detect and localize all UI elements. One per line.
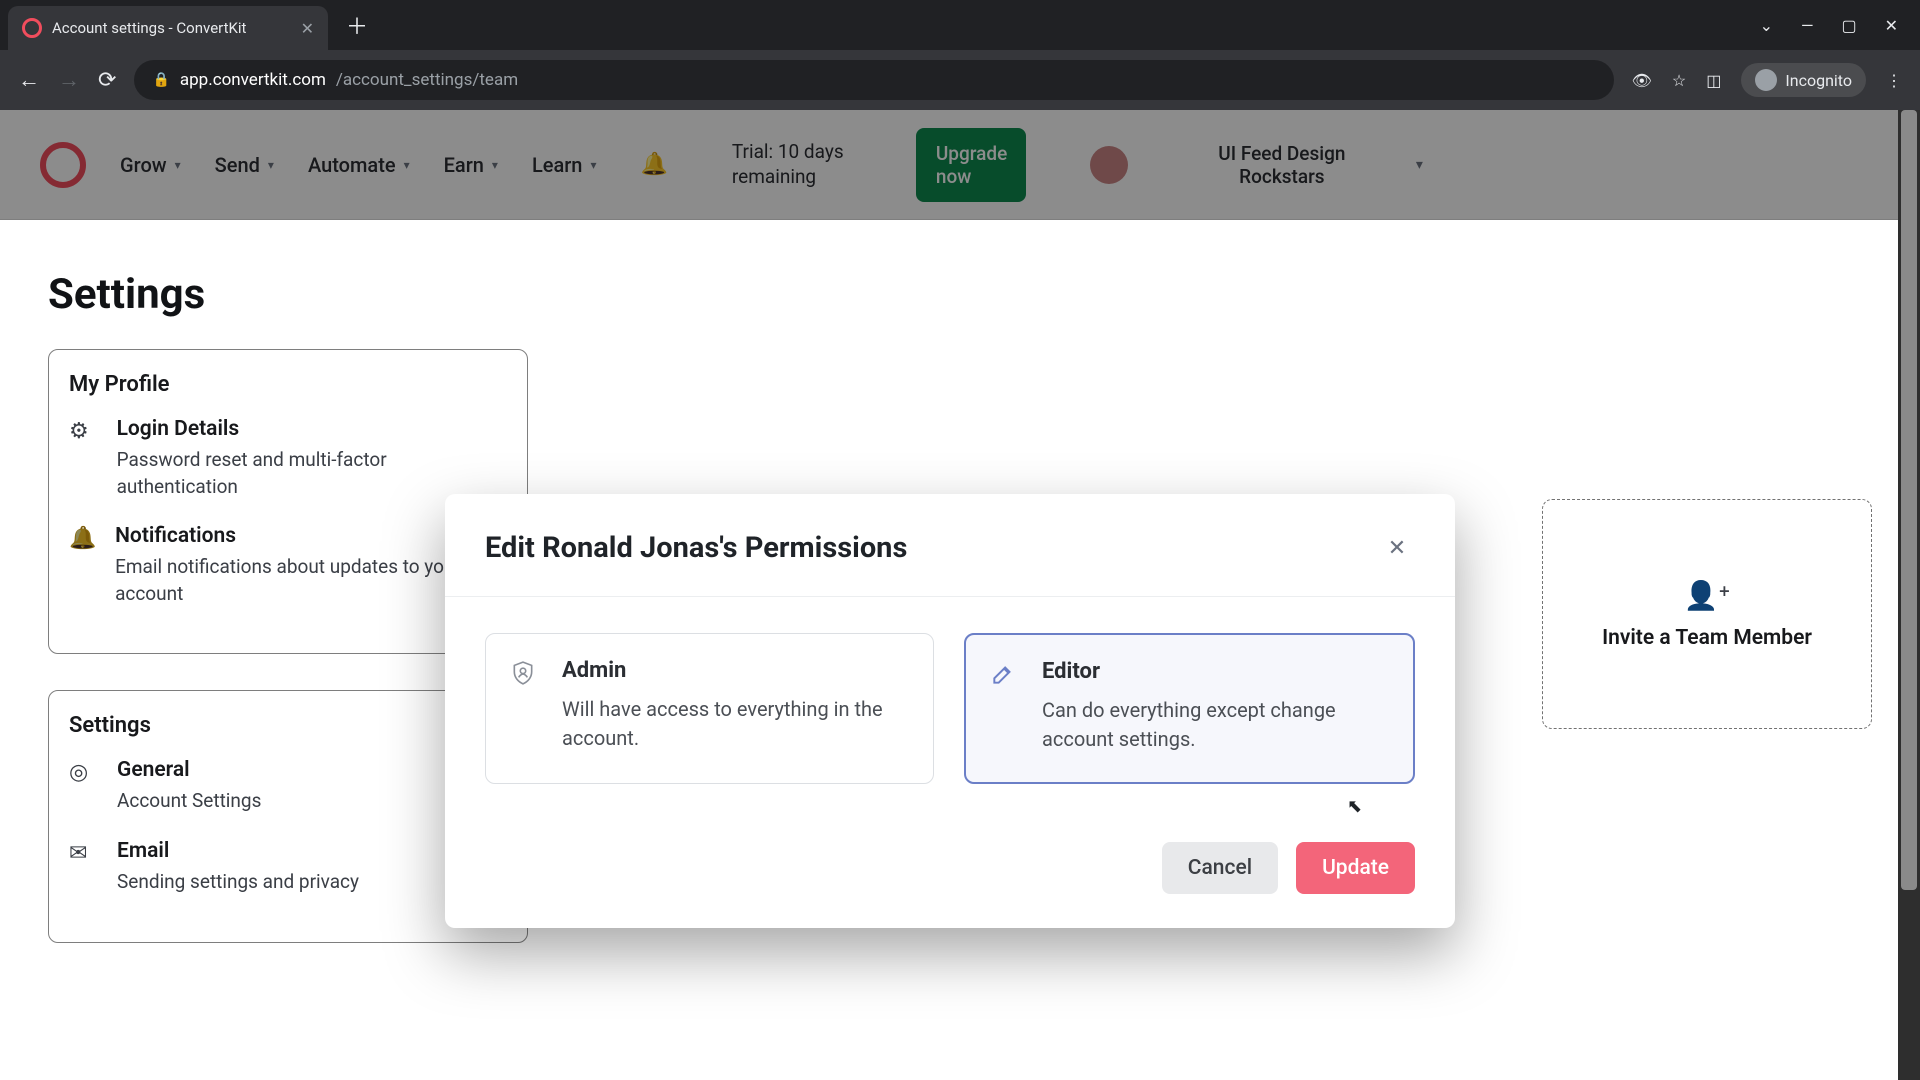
reload-button[interactable]: ⟳ — [98, 68, 116, 93]
edit-icon — [990, 659, 1024, 754]
browser-tab-strip: Account settings - ConvertKit ✕ ＋ ⌄ — ▢ … — [0, 0, 1920, 50]
chevron-down-icon[interactable]: ⌄ — [1760, 16, 1773, 35]
update-button[interactable]: Update — [1296, 842, 1415, 894]
avatar[interactable] — [1090, 146, 1128, 184]
nav-automate[interactable]: Automate▾ — [308, 153, 410, 177]
window-controls: ⌄ — ▢ ✕ — [1760, 16, 1920, 35]
bell-icon[interactable]: 🔔 — [640, 152, 667, 177]
invite-label: Invite a Team Member — [1602, 626, 1812, 650]
minimize-icon[interactable]: — — [1801, 16, 1814, 35]
new-tab-button[interactable]: ＋ — [346, 9, 368, 41]
tab-title: Account settings - ConvertKit — [52, 19, 246, 37]
sidebar-group-title: Settings — [69, 713, 507, 738]
close-window-icon[interactable]: ✕ — [1885, 16, 1898, 35]
incognito-badge[interactable]: Incognito — [1741, 63, 1866, 97]
page-title: Settings — [48, 270, 1872, 319]
cancel-button[interactable]: Cancel — [1162, 842, 1278, 894]
maximize-icon[interactable]: ▢ — [1841, 16, 1856, 35]
add-user-icon: 👤⁺ — [1684, 579, 1730, 612]
role-option-editor[interactable]: Editor Can do everything except change a… — [964, 633, 1415, 784]
star-icon[interactable]: ☆ — [1672, 71, 1686, 90]
role-desc: Will have access to everything in the ac… — [562, 695, 909, 753]
sidebar-item-login[interactable]: ⚙ Login DetailsPassword reset and multi-… — [69, 417, 507, 500]
trial-status: Trial: 10 days remaining — [732, 140, 882, 189]
logo-icon[interactable] — [40, 142, 86, 188]
role-option-admin[interactable]: Admin Will have access to everything in … — [485, 633, 934, 784]
role-title: Editor — [1042, 659, 1389, 684]
close-modal-button[interactable]: ✕ — [1379, 530, 1415, 566]
lock-icon: 🔒 — [152, 72, 169, 88]
invite-team-member-card[interactable]: 👤⁺ Invite a Team Member — [1542, 499, 1872, 729]
role-title: Admin — [562, 658, 909, 683]
browser-tab[interactable]: Account settings - ConvertKit ✕ — [8, 6, 328, 50]
scrollbar[interactable] — [1898, 110, 1920, 1080]
nav-send[interactable]: Send▾ — [215, 153, 274, 177]
kebab-menu-icon[interactable]: ⋮ — [1886, 71, 1902, 90]
sidebar-item-notifications[interactable]: 🔔 NotificationsEmail notifications about… — [69, 524, 507, 607]
chevron-down-icon: ▾ — [590, 158, 596, 172]
favicon-icon — [22, 18, 42, 38]
sidebar-item-email[interactable]: ✉ EmailSending settings and privacy — [69, 839, 507, 896]
nav-learn[interactable]: Learn▾ — [532, 153, 597, 177]
incognito-icon — [1755, 69, 1777, 91]
mail-icon: ✉ — [69, 839, 99, 896]
address-bar: ← → ⟳ 🔒 app.convertkit.com/account_setti… — [0, 50, 1920, 110]
chevron-down-icon[interactable]: ▾ — [1416, 157, 1423, 173]
upgrade-button[interactable]: Upgrade now — [916, 128, 1026, 202]
chevron-down-icon: ▾ — [404, 158, 410, 172]
app-header: Grow▾ Send▾ Automate▾ Earn▾ Learn▾ 🔔 Tri… — [0, 110, 1920, 220]
modal-title: Edit Ronald Jonas's Permissions — [485, 531, 907, 565]
scrollbar-thumb[interactable] — [1901, 110, 1917, 890]
sidebar-group-title: My Profile — [69, 372, 507, 397]
panel-icon[interactable]: ◫ — [1706, 71, 1721, 90]
bell-icon: 🔔 — [69, 524, 97, 607]
url-input[interactable]: 🔒 app.convertkit.com/account_settings/te… — [134, 60, 1613, 100]
edit-permissions-modal: Edit Ronald Jonas's Permissions ✕ Admin … — [445, 494, 1455, 928]
incognito-label: Incognito — [1785, 71, 1852, 90]
nav-grow[interactable]: Grow▾ — [120, 153, 181, 177]
shield-user-icon — [510, 658, 544, 755]
user-icon: ◎ — [69, 758, 99, 815]
sidebar-item-general[interactable]: ◎ GeneralAccount Settings — [69, 758, 507, 815]
url-path: /account_settings/team — [336, 70, 518, 90]
gear-icon: ⚙ — [69, 417, 99, 500]
back-button[interactable]: ← — [18, 67, 40, 93]
workspace-name[interactable]: UI Feed Design Rockstars — [1202, 142, 1362, 188]
close-tab-icon[interactable]: ✕ — [301, 19, 314, 38]
nav-earn[interactable]: Earn▾ — [444, 153, 498, 177]
forward-button[interactable]: → — [58, 67, 80, 93]
role-desc: Can do everything except change account … — [1042, 696, 1389, 754]
eye-off-icon[interactable]: 👁 — [1632, 71, 1652, 90]
url-host: app.convertkit.com — [180, 70, 326, 90]
chevron-down-icon: ▾ — [492, 158, 498, 172]
chevron-down-icon: ▾ — [175, 158, 181, 172]
chevron-down-icon: ▾ — [268, 158, 274, 172]
